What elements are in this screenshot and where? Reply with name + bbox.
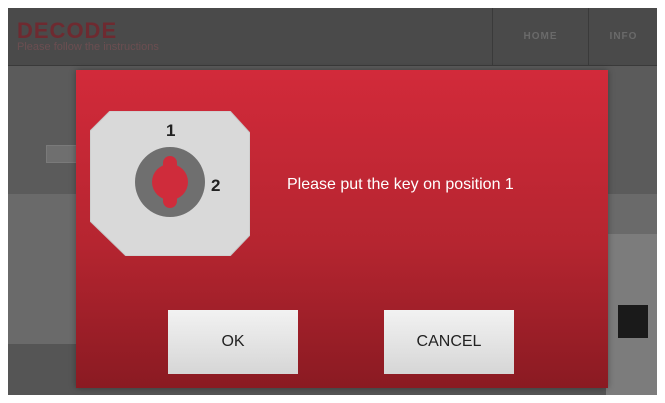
ok-button[interactable]: OK: [168, 310, 298, 374]
key-slot-icon: 1 2: [90, 111, 250, 256]
nav-info-button[interactable]: INFO: [588, 8, 657, 65]
background-square: [618, 305, 648, 338]
nav-home-button[interactable]: HOME: [492, 8, 588, 65]
app-subtitle: Please follow the instructions: [17, 41, 159, 53]
position-2-label: 2: [211, 176, 220, 195]
dialog-message: Please put the key on position 1: [287, 176, 514, 193]
cancel-button[interactable]: CANCEL: [384, 310, 514, 374]
header-bar: DECODE Please follow the instructions HO…: [8, 8, 657, 66]
app-screen: DECODE Please follow the instructions HO…: [8, 8, 657, 395]
key-blade-slot: [163, 156, 177, 208]
position-1-label: 1: [166, 121, 175, 140]
key-position-dialog: 1 2 Please put the key on position 1 OK …: [76, 70, 608, 388]
